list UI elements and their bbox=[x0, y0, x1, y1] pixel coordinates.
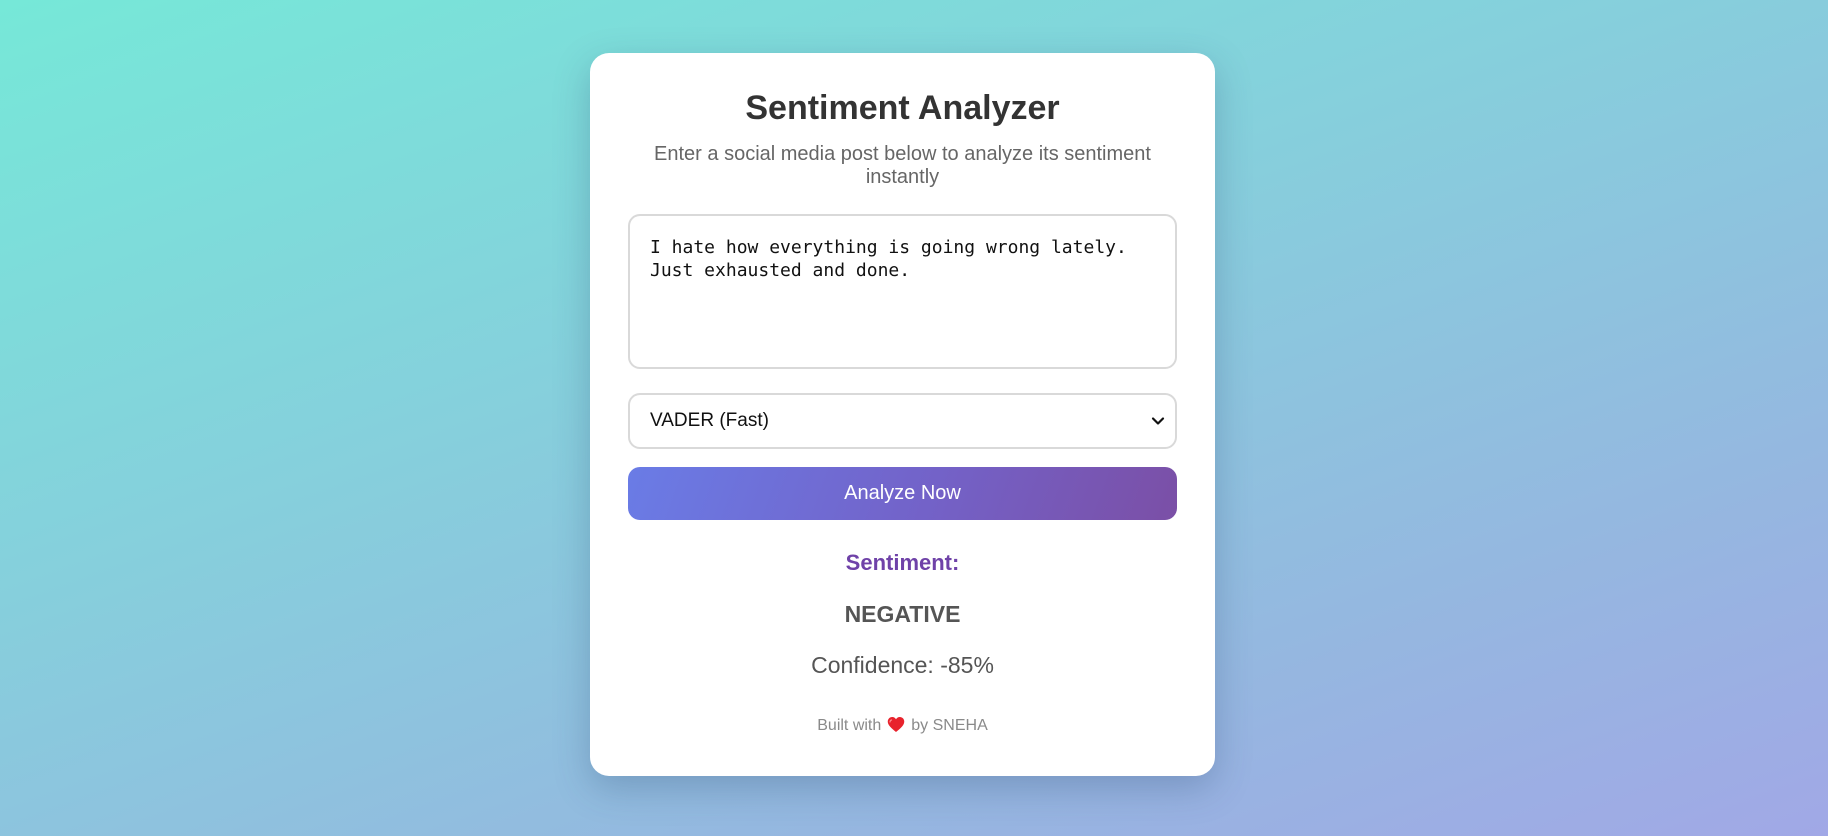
model-select-value: VADER (Fast) bbox=[650, 410, 769, 431]
heart-icon bbox=[888, 717, 905, 732]
post-text-input[interactable] bbox=[628, 214, 1177, 369]
footer-suffix: by SNEHA bbox=[911, 717, 988, 734]
model-select[interactable]: VADER (Fast) bbox=[628, 393, 1177, 449]
footer-prefix: Built with bbox=[817, 717, 882, 734]
sentiment-label: Sentiment: bbox=[845, 550, 960, 575]
page-subtitle: Enter a social media post below to analy… bbox=[654, 143, 1151, 188]
analyzer-card: Sentiment Analyzer Enter a social media … bbox=[590, 53, 1215, 776]
confidence-text: Confidence: -85% bbox=[811, 652, 994, 678]
page-title: Sentiment Analyzer bbox=[745, 89, 1060, 127]
sentiment-value: NEGATIVE bbox=[844, 601, 961, 627]
footer: Built with by SNEHA bbox=[628, 716, 1177, 736]
chevron-down-icon bbox=[1151, 417, 1165, 425]
analyze-button[interactable]: Analyze Now bbox=[628, 467, 1177, 520]
